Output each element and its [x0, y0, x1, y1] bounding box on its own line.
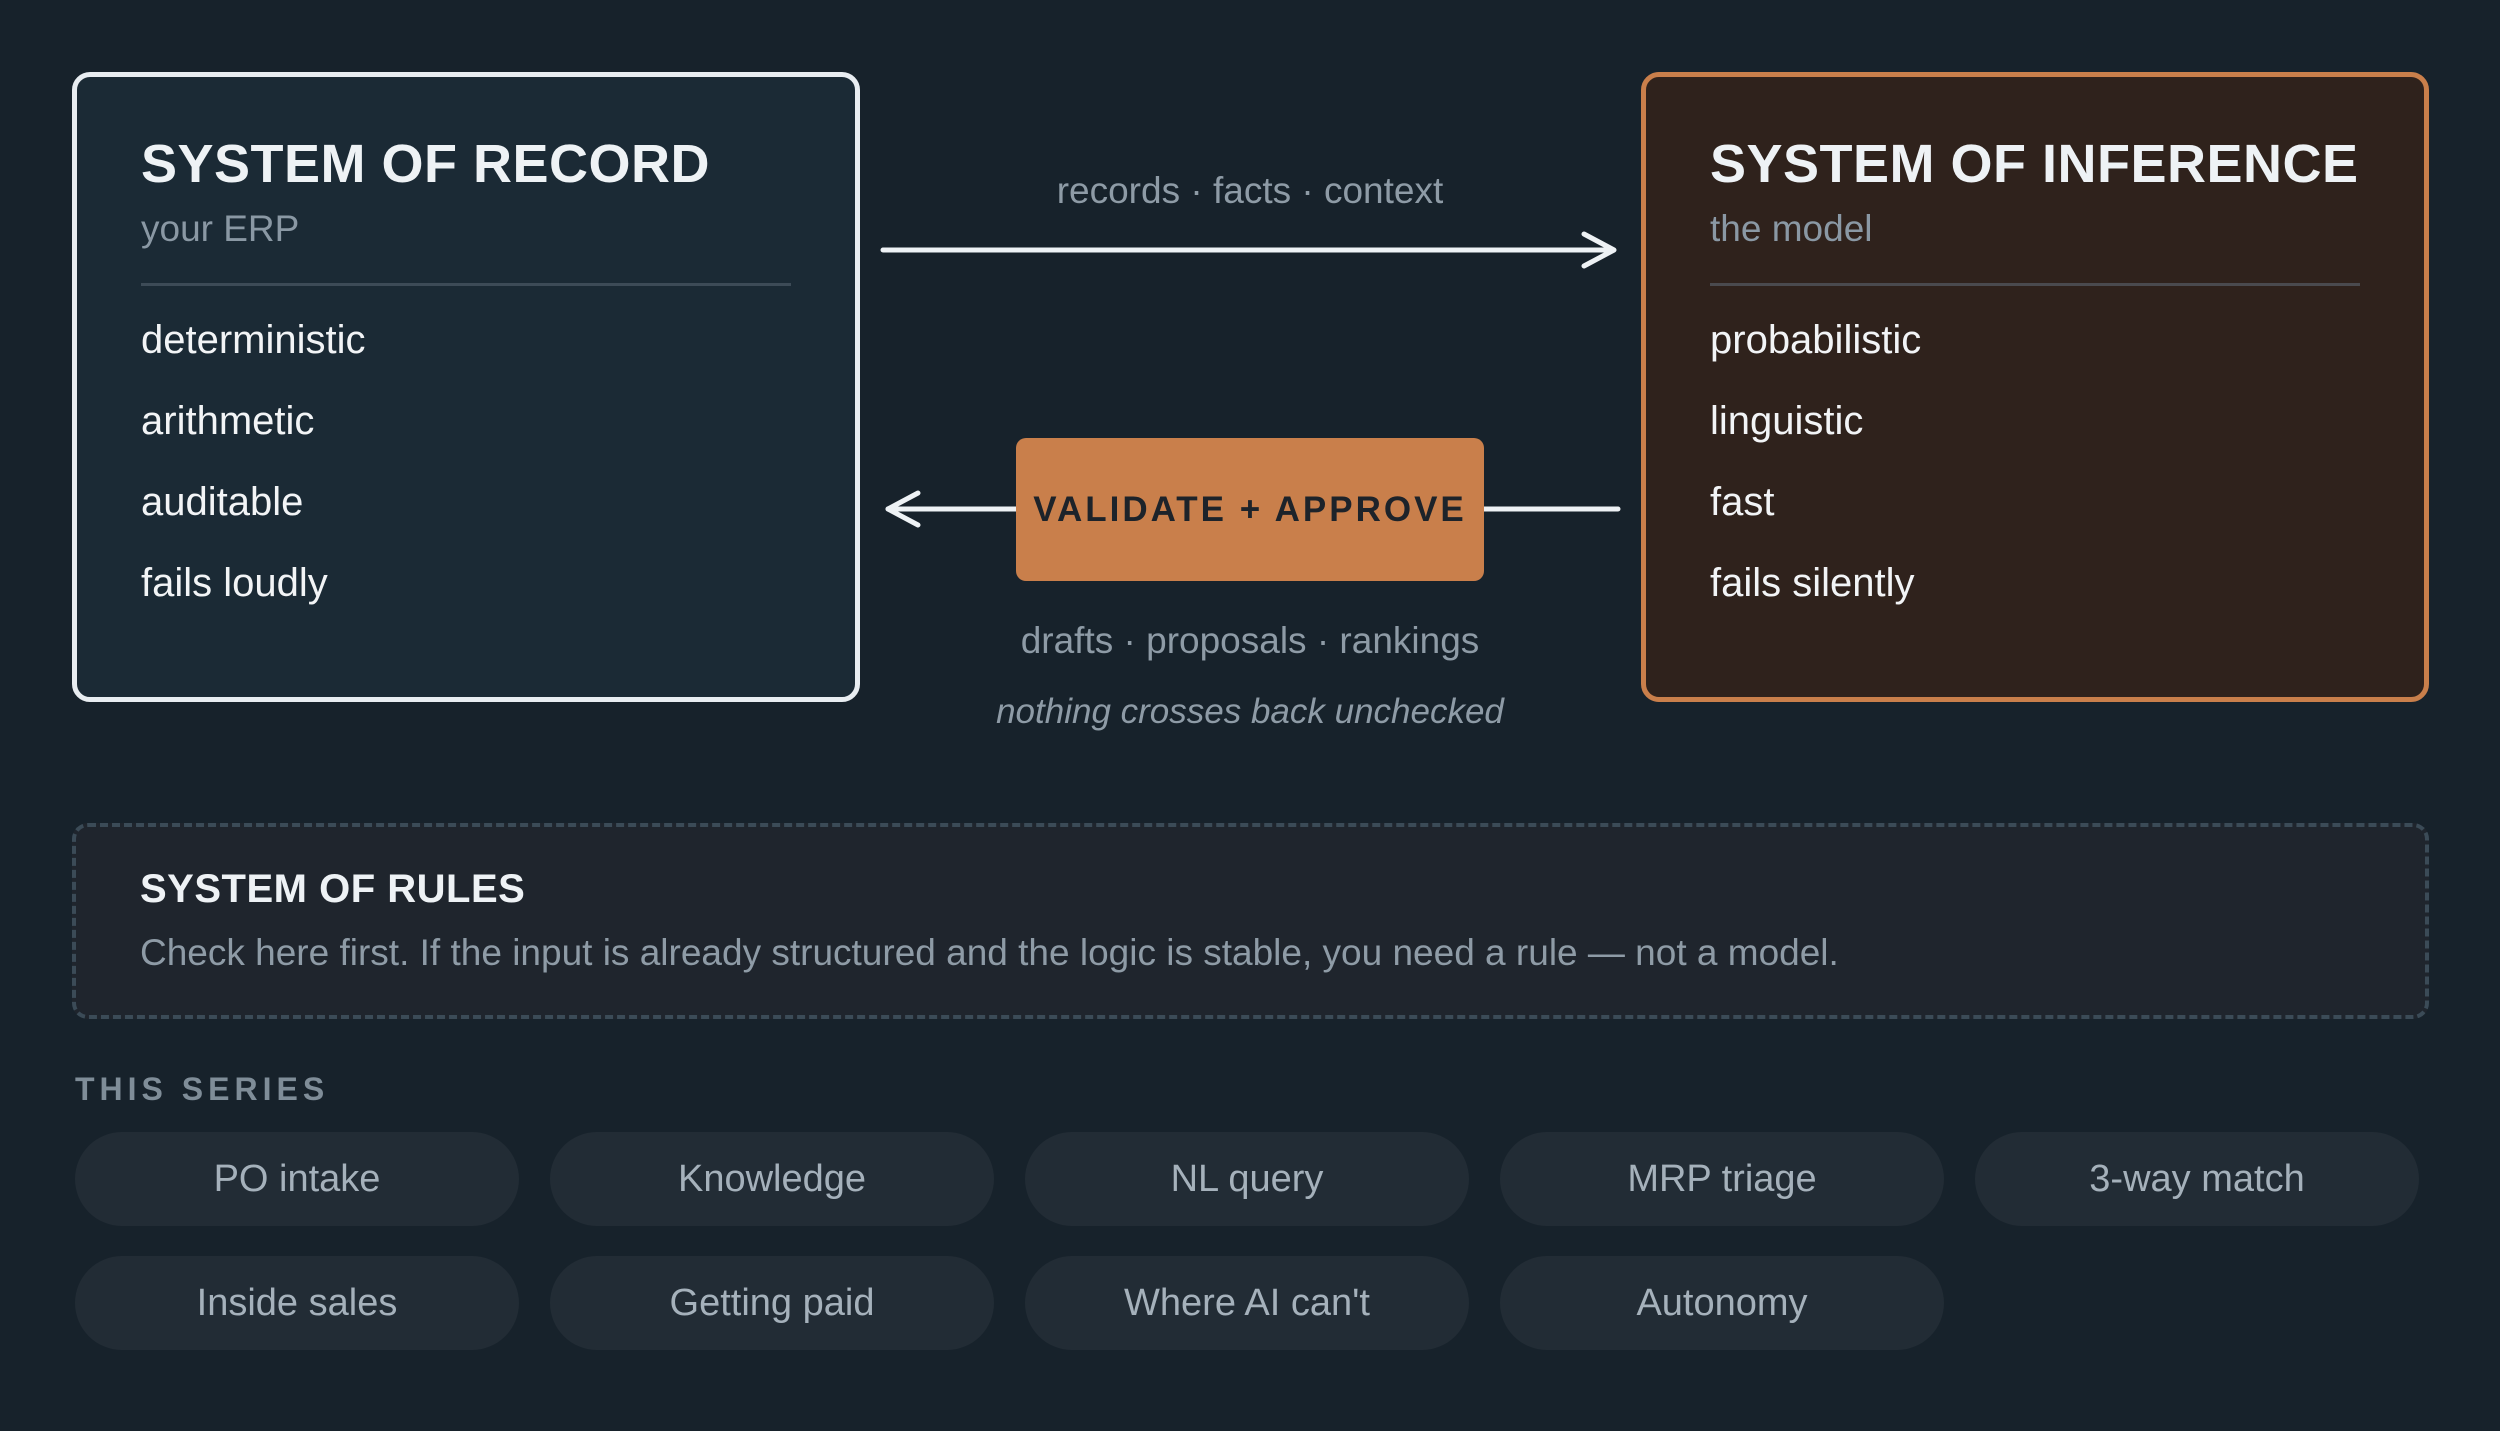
diagram-canvas: SYSTEM OF RECORD your ERP deterministic … — [0, 0, 2500, 1431]
rules-title: SYSTEM OF RULES — [140, 867, 526, 911]
record-title: SYSTEM OF RECORD — [141, 134, 711, 194]
inference-title: SYSTEM OF INFERENCE — [1710, 134, 2359, 194]
system-of-record-panel: SYSTEM OF RECORD your ERP deterministic … — [72, 72, 860, 702]
inference-trait: fast — [1710, 480, 1775, 524]
record-trait: fails loudly — [141, 561, 328, 605]
record-trait: auditable — [141, 480, 304, 524]
forward-arrow-icon — [880, 231, 1617, 269]
series-pill-knowledge[interactable]: Knowledge — [550, 1132, 994, 1226]
record-trait: arithmetic — [141, 399, 315, 443]
series-pill-where-ai-cant[interactable]: Where AI can't — [1025, 1256, 1469, 1350]
inference-trait: fails silently — [1710, 561, 1915, 605]
series-pill-inside-sales[interactable]: Inside sales — [75, 1256, 519, 1350]
inference-trait: linguistic — [1710, 399, 1864, 443]
inference-subtitle: the model — [1710, 208, 1873, 249]
inference-trait: probabilistic — [1710, 318, 1922, 362]
rules-description: Check here first. If the input is alread… — [140, 932, 1839, 973]
inference-trait-list: probabilistic linguistic fast fails sile… — [1710, 316, 2360, 607]
series-pill-getting-paid[interactable]: Getting paid — [550, 1256, 994, 1350]
inference-divider — [1710, 283, 2360, 286]
validate-approve-gate: VALIDATE + APPROVE — [1016, 438, 1484, 581]
series-pill-po-intake[interactable]: PO intake — [75, 1132, 519, 1226]
record-divider — [141, 283, 791, 286]
series-pill-mrp-triage[interactable]: MRP triage — [1500, 1132, 1944, 1226]
record-subtitle: your ERP — [141, 208, 300, 249]
system-of-inference-panel: SYSTEM OF INFERENCE the model probabilis… — [1641, 72, 2429, 702]
series-pill-3-way-match[interactable]: 3-way match — [1975, 1132, 2419, 1226]
system-of-rules-box: SYSTEM OF RULES Check here first. If the… — [72, 823, 2429, 1019]
series-pill-nl-query[interactable]: NL query — [1025, 1132, 1469, 1226]
record-trait-list: deterministic arithmetic auditable fails… — [141, 316, 791, 607]
return-flow-label: drafts · proposals · rankings — [1020, 620, 1480, 661]
series-pill-autonomy[interactable]: Autonomy — [1500, 1256, 1944, 1350]
forward-flow-label: records · facts · context — [1056, 170, 1444, 211]
flow-note: nothing crosses back unchecked — [996, 692, 1504, 731]
series-heading: THIS SERIES — [75, 1071, 330, 1107]
record-trait: deterministic — [141, 318, 366, 362]
